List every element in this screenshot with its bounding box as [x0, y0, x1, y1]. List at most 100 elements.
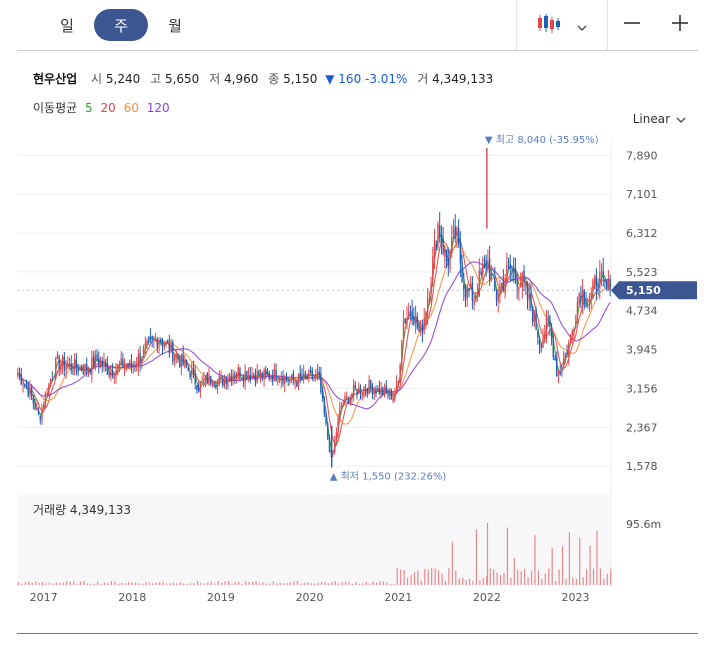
- candle-body: [347, 397, 350, 404]
- candle-body: [180, 354, 183, 368]
- candle-body: [151, 335, 153, 339]
- candle-body: [509, 264, 511, 269]
- volume-bar: [579, 537, 581, 585]
- candle-body: [552, 336, 555, 357]
- candle-body: [259, 372, 262, 379]
- candle-body: [58, 356, 60, 369]
- candle-body: [390, 390, 393, 400]
- candle-body: [352, 384, 355, 394]
- volume-bar: [183, 583, 185, 585]
- candle-body: [542, 338, 544, 349]
- candle-body: [82, 371, 84, 374]
- candle-body: [84, 364, 86, 373]
- y-tick-label: 7,101: [626, 188, 658, 201]
- volume-bar: [138, 583, 140, 585]
- y-tick-label: 7,890: [626, 149, 658, 162]
- candle-body: [387, 391, 389, 396]
- candle-body: [206, 373, 208, 384]
- volume-bar: [55, 582, 57, 585]
- volume-bar: [362, 583, 364, 585]
- y-tick-label: 5,523: [626, 266, 658, 279]
- volume-bar: [513, 558, 515, 585]
- price-chart[interactable]: ▼ 최고 8,040 (-35.95%) ▲ 최저 1,550 (232.26%)…: [0, 0, 704, 651]
- volume-bar: [128, 582, 130, 585]
- volume-bar: [586, 569, 588, 585]
- candle-body: [234, 373, 236, 376]
- footer-divider: [17, 633, 698, 634]
- volume-bar: [520, 571, 522, 585]
- volume-bar: [441, 573, 443, 585]
- candle-body: [382, 387, 384, 395]
- volume-bar: [379, 581, 381, 585]
- candle-body: [309, 370, 312, 373]
- candle-body: [335, 432, 338, 442]
- candle-body: [218, 376, 221, 383]
- volume-bar: [248, 581, 250, 585]
- candle-body: [320, 373, 322, 393]
- volume-bar: [475, 529, 478, 585]
- candle-body: [63, 357, 66, 370]
- candle-body: [451, 236, 453, 254]
- candle-body: [609, 279, 611, 291]
- candle-body: [550, 328, 553, 338]
- candle-body: [48, 383, 50, 395]
- candle-body: [504, 279, 506, 294]
- volume-bar: [393, 583, 395, 585]
- volume-bar: [448, 568, 450, 585]
- candle-body: [420, 327, 422, 331]
- volume-bar: [272, 581, 274, 585]
- candle-body: [416, 316, 419, 328]
- candle-body: [351, 393, 353, 399]
- candle-body: [223, 378, 226, 387]
- candle-body: [518, 287, 520, 290]
- candle-body: [302, 373, 305, 379]
- candle-body: [516, 280, 518, 287]
- volume-bar: [117, 583, 119, 585]
- candle-body: [473, 299, 475, 305]
- candle-body: [32, 397, 35, 404]
- candle-body: [156, 339, 159, 348]
- volume-bar: [424, 568, 426, 585]
- candle-body: [163, 344, 165, 347]
- candle-body: [540, 344, 542, 348]
- candle-body: [61, 356, 64, 366]
- volume-bar: [468, 578, 471, 585]
- candle-body: [430, 283, 432, 295]
- volume-bar: [479, 580, 481, 585]
- candle-body: [299, 372, 301, 378]
- candle-body: [184, 359, 186, 367]
- candle-body: [173, 356, 176, 361]
- volume-bar: [427, 569, 429, 585]
- y-tick-label: 2,367: [626, 421, 658, 434]
- volume-bar: [265, 583, 267, 585]
- volume-bar: [530, 570, 533, 585]
- volume-bar: [296, 581, 298, 585]
- volume-bar: [196, 581, 199, 585]
- candle-body: [278, 379, 281, 381]
- candle-body: [311, 370, 313, 379]
- volume-bar: [41, 582, 44, 585]
- volume-bar: [596, 530, 598, 585]
- candle-body: [256, 371, 258, 382]
- candle-body: [464, 287, 467, 298]
- candle-body: [383, 387, 386, 397]
- volume-axis-label: 95.6m: [626, 518, 661, 531]
- candle-body: [580, 295, 582, 301]
- candle-body: [366, 389, 369, 394]
- volume-bar: [606, 573, 608, 585]
- candle-body: [125, 364, 128, 366]
- volume-bar: [434, 568, 436, 585]
- candle-body: [228, 375, 231, 382]
- candle-body: [461, 261, 463, 282]
- volume-bar: [103, 582, 106, 585]
- candle-body: [301, 374, 303, 380]
- candle-body: [111, 370, 114, 377]
- volume-bar: [400, 569, 402, 585]
- volume-bar: [231, 583, 233, 585]
- candle-body: [122, 359, 124, 368]
- volume-bar: [327, 583, 329, 585]
- candle-body: [418, 325, 420, 332]
- candle-body: [478, 270, 480, 297]
- candle-body: [581, 289, 584, 304]
- candle-body: [397, 380, 400, 382]
